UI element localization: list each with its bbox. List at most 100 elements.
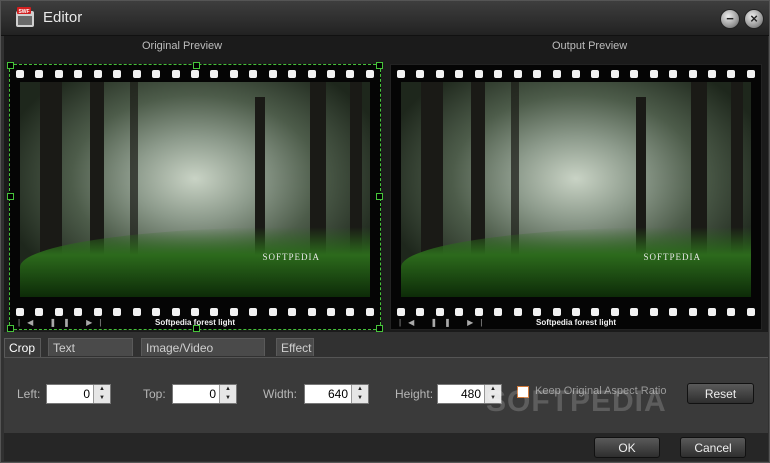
preview-area: Original Preview Output Preview SOFTPEDI… <box>4 36 768 332</box>
film-hole <box>571 70 580 78</box>
film-hole <box>746 308 755 316</box>
film-holes-top <box>397 70 755 78</box>
film-hole <box>190 308 199 316</box>
video-caption: Softpedia forest light <box>536 318 616 327</box>
film-hole <box>132 70 141 78</box>
app-icon: SWF <box>16 7 34 27</box>
film-hole <box>416 308 425 316</box>
film-hole <box>268 308 277 316</box>
top-spinbox[interactable]: 0 ▲ ▼ <box>172 384 237 404</box>
top-value: 0 <box>209 387 216 401</box>
film-hole <box>435 308 444 316</box>
film-hole <box>249 308 258 316</box>
ok-button[interactable]: OK <box>594 437 660 458</box>
film-hole <box>669 70 678 78</box>
spin-arrows-icon[interactable]: ▲ ▼ <box>219 385 236 403</box>
crop-handle[interactable] <box>376 62 383 69</box>
film-holes-bottom <box>16 308 374 316</box>
crop-handle[interactable] <box>193 325 200 332</box>
original-video-frame[interactable]: SOFTPEDIA <box>20 82 370 297</box>
film-hole <box>591 70 600 78</box>
film-hole <box>533 308 542 316</box>
tab-text-watermark[interactable]: Text Watermark <box>48 338 133 373</box>
original-preview[interactable]: SOFTPEDIA |◀ ❚❚ ▶| Softpedia forest ligh… <box>7 62 383 332</box>
film-hole <box>435 70 444 78</box>
film-hole <box>54 308 63 316</box>
width-spinbox[interactable]: 640 ▲ ▼ <box>304 384 369 404</box>
output-video-frame: SOFTPEDIA <box>401 82 751 297</box>
window-title: Editor <box>43 9 83 26</box>
film-hole <box>113 308 122 316</box>
close-button[interactable]: × <box>744 9 764 29</box>
output-preview: SOFTPEDIA |◀ ❚❚ ▶| Softpedia forest ligh… <box>390 64 762 330</box>
film-hole <box>669 308 678 316</box>
video-watermark: SOFTPEDIA <box>643 252 701 262</box>
tab-effect[interactable]: Effect <box>276 338 314 356</box>
film-hole <box>288 70 297 78</box>
width-label: Width: <box>263 387 298 401</box>
film-hole <box>533 70 542 78</box>
spin-arrows-icon[interactable]: ▲ ▼ <box>93 385 110 403</box>
output-preview-label: Output Preview <box>552 40 628 52</box>
film-hole <box>93 308 102 316</box>
minimize-button[interactable]: − <box>720 9 740 29</box>
crop-handle[interactable] <box>376 325 383 332</box>
tab-image-video-watermark[interactable]: Image/Video Watermark <box>141 338 265 373</box>
film-hole <box>327 308 335 316</box>
film-hole <box>268 70 277 78</box>
film-hole <box>229 70 238 78</box>
height-value: 480 <box>460 387 481 401</box>
film-hole <box>455 70 464 78</box>
film-hole <box>455 308 464 316</box>
film-hole <box>249 70 258 78</box>
film-hole <box>346 308 355 316</box>
minimize-icon: − <box>726 11 734 26</box>
film-hole <box>171 308 180 316</box>
film-hole <box>727 70 736 78</box>
film-hole <box>571 308 580 316</box>
left-value: 0 <box>83 387 90 401</box>
film-hole <box>591 308 600 316</box>
film-hole <box>494 308 503 316</box>
film-hole <box>649 308 658 316</box>
crop-handle[interactable] <box>7 193 14 200</box>
film-hole <box>365 308 374 316</box>
svg-text:SWF: SWF <box>18 9 29 15</box>
crop-handle[interactable] <box>7 62 14 69</box>
film-hole <box>35 308 44 316</box>
film-hole <box>132 308 141 316</box>
film-hole <box>708 308 716 316</box>
film-hole <box>288 308 297 316</box>
height-label: Height: <box>395 387 434 401</box>
film-hole <box>494 70 503 78</box>
film-hole <box>552 308 561 316</box>
crop-handle[interactable] <box>193 62 200 69</box>
film-hole <box>610 70 619 78</box>
film-hole <box>649 70 658 78</box>
tab-crop[interactable]: Crop <box>4 338 41 358</box>
film-hole <box>74 308 83 316</box>
reset-button[interactable]: Reset <box>687 383 754 404</box>
film-hole <box>513 308 522 316</box>
film-hole <box>727 308 736 316</box>
film-hole <box>152 70 161 78</box>
film-hole <box>327 70 335 78</box>
film-hole <box>54 70 63 78</box>
crop-handle[interactable] <box>376 193 383 200</box>
editor-window: SWF Editor − × Original Preview Output P… <box>0 0 770 463</box>
film-hole <box>152 308 161 316</box>
film-hole <box>210 70 219 78</box>
left-spinbox[interactable]: 0 ▲ ▼ <box>46 384 111 404</box>
film-hole <box>416 70 425 78</box>
title-bar[interactable]: SWF Editor − × <box>1 1 769 36</box>
film-holes-bottom <box>397 308 755 316</box>
film-hole <box>229 308 238 316</box>
spin-arrows-icon[interactable]: ▲ ▼ <box>351 385 368 403</box>
film-hole <box>35 70 44 78</box>
crop-handle[interactable] <box>7 325 14 332</box>
film-hole <box>365 70 374 78</box>
film-hole <box>307 308 316 316</box>
cancel-button[interactable]: Cancel <box>680 437 746 458</box>
film-hole <box>708 70 716 78</box>
film-hole <box>688 70 697 78</box>
